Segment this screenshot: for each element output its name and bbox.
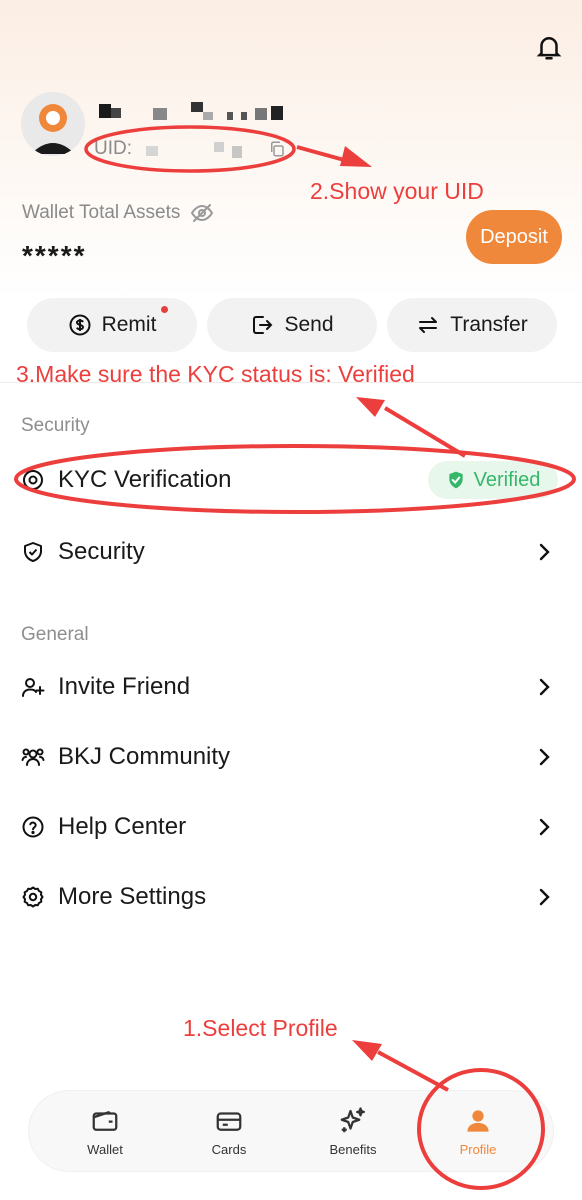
- uid-label: UID:: [94, 138, 132, 159]
- tab-label: Profile: [459, 1141, 497, 1157]
- tab-label: Wallet: [87, 1141, 123, 1157]
- menu-item-label: Invite Friend: [58, 673, 191, 700]
- avatar[interactable]: [21, 92, 85, 156]
- transfer-icon: [419, 317, 438, 333]
- tab-wallet[interactable]: Wallet: [55, 1091, 155, 1171]
- remit-button[interactable]: Remit: [27, 298, 197, 352]
- remit-label: Remit: [101, 313, 157, 336]
- dollar-circle-icon: [69, 314, 91, 336]
- kyc-status-badge: Verified: [428, 461, 558, 499]
- annotation-step1: 1.Select Profile: [183, 1015, 338, 1041]
- username-redacted: [95, 100, 290, 122]
- send-label: Send: [284, 313, 334, 336]
- menu-item-more-settings[interactable]: More Settings: [21, 877, 561, 917]
- arrowhead: [356, 397, 385, 417]
- shield-check-icon: [24, 542, 42, 562]
- wallet-total-assets-label: Wallet Total Assets: [22, 202, 181, 223]
- transfer-button[interactable]: Transfer: [387, 298, 557, 352]
- bottom-tab-bar: Wallet Cards Benefits Profile: [29, 1091, 553, 1171]
- uid-value-redacted: [140, 140, 260, 158]
- menu-item-help-center[interactable]: Help Center: [21, 807, 561, 847]
- transfer-label: Transfer: [450, 313, 528, 336]
- menu-item-label: Help Center: [58, 813, 187, 840]
- chevron-right-icon: [539, 748, 550, 766]
- card-icon: [216, 1111, 242, 1131]
- arrow-line: [377, 1050, 449, 1092]
- question-circle-icon: [22, 816, 44, 838]
- shield-check-icon: [448, 471, 463, 489]
- bell-icon[interactable]: [534, 32, 564, 62]
- menu-item-security[interactable]: Security: [21, 532, 561, 572]
- menu-item-invite-friend[interactable]: Invite Friend: [21, 667, 561, 707]
- send-icon: [253, 316, 273, 334]
- chevron-right-icon: [539, 888, 550, 906]
- tab-profile[interactable]: Profile: [428, 1091, 528, 1171]
- tab-cards[interactable]: Cards: [179, 1091, 279, 1171]
- wallet-total-assets: Wallet Total Assets: [22, 201, 214, 225]
- kyc-status-label: Verified: [473, 468, 541, 491]
- notification-dot: [161, 306, 168, 313]
- tab-label: Cards: [211, 1141, 247, 1157]
- sparkle-icon: [340, 1106, 365, 1132]
- menu-item-bkj-community[interactable]: BKJ Community: [21, 737, 561, 777]
- balance-hidden: *****: [22, 240, 87, 271]
- community-icon: [21, 748, 45, 766]
- gear-icon: [22, 886, 44, 908]
- wallet-icon: [92, 1110, 118, 1131]
- copy-icon[interactable]: [268, 140, 286, 158]
- annotation-step2: 2.Show your UID: [310, 178, 484, 204]
- section-title-security: Security: [21, 415, 90, 436]
- uid-row: UID:: [94, 137, 286, 161]
- send-button[interactable]: Send: [207, 298, 377, 352]
- menu-item-label: BKJ Community: [58, 743, 231, 770]
- menu-item-label: More Settings: [58, 883, 207, 910]
- eye-hidden-icon[interactable]: [190, 201, 214, 225]
- tab-benefits[interactable]: Benefits: [303, 1091, 403, 1171]
- tab-label: Benefits: [329, 1141, 377, 1157]
- user-plus-icon: [22, 678, 45, 697]
- menu-item-label: Security: [58, 538, 145, 565]
- deposit-button[interactable]: Deposit: [466, 210, 562, 264]
- section-title-general: General: [21, 624, 89, 645]
- eye-target-icon: [23, 470, 43, 490]
- person-icon: [467, 1109, 489, 1132]
- annotation-step3: 3.Make sure the KYC status is: Verified: [16, 361, 415, 387]
- arrow-line: [383, 406, 467, 458]
- chevron-right-icon: [539, 678, 550, 696]
- chevron-right-icon: [539, 818, 550, 836]
- arrowhead: [352, 1040, 382, 1061]
- chevron-right-icon: [539, 543, 550, 561]
